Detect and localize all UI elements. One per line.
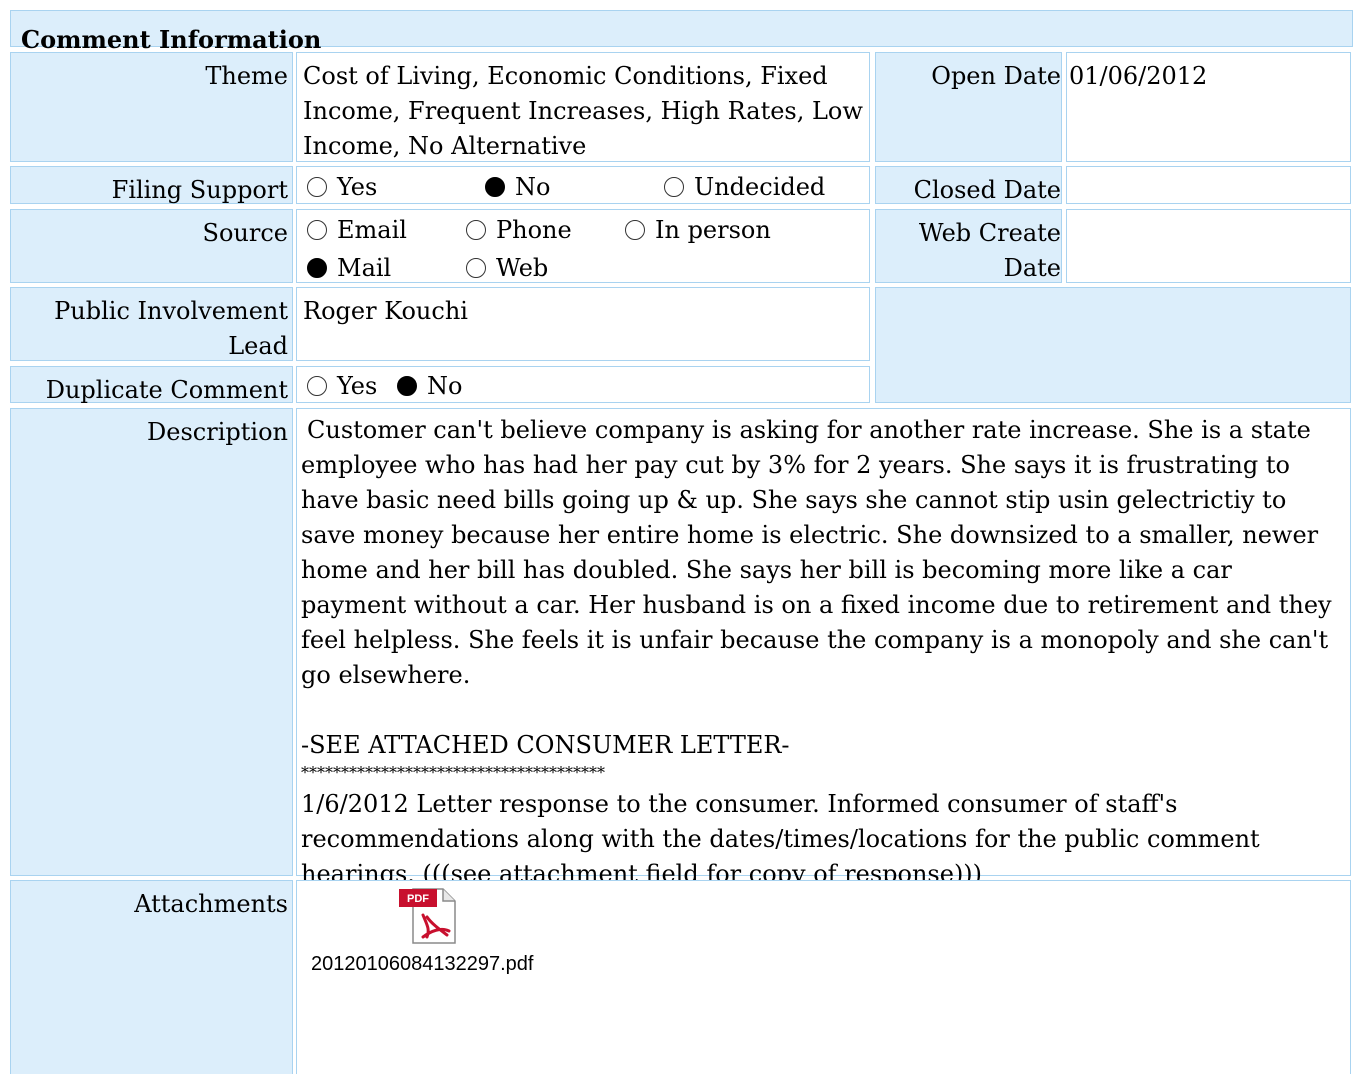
- pdf-file-icon[interactable]: PDF: [397, 885, 461, 945]
- duplicate-comment-label: Duplicate Comment: [10, 366, 293, 404]
- web-create-date-label: Web Create Date: [875, 209, 1062, 283]
- attachment-filename[interactable]: 20120106084132297.pdf: [311, 947, 533, 982]
- filing-support-radio-group: Yes No Undecided: [296, 166, 870, 204]
- description-value: Customer can't believe company is asking…: [296, 408, 1351, 888]
- description-label: Description: [10, 408, 293, 876]
- duplicate-comment-option-yes[interactable]: Yes: [307, 369, 377, 404]
- radio-unselected-icon[interactable]: [307, 220, 327, 240]
- source-option-email[interactable]: Email: [307, 213, 407, 248]
- radio-selected-icon[interactable]: [397, 376, 417, 396]
- attachments-value: PDF 20120106084132297.pdf: [296, 880, 1351, 1074]
- public-involvement-lead-label: Public Involvement Lead: [10, 287, 293, 361]
- public-involvement-lead-value: Roger Kouchi: [296, 287, 870, 361]
- section-header: Comment Information: [10, 10, 1353, 54]
- filing-support-label: Filing Support: [10, 166, 293, 204]
- radio-unselected-icon[interactable]: [307, 376, 327, 396]
- radio-selected-icon[interactable]: [307, 258, 327, 278]
- source-option-mail[interactable]: Mail: [307, 251, 391, 286]
- duplicate-comment-option-no[interactable]: No: [397, 369, 462, 404]
- separator-line: **************************************: [301, 763, 605, 782]
- filing-support-option-yes[interactable]: Yes: [307, 170, 377, 205]
- source-label: Source: [10, 209, 293, 283]
- open-date-label: Open Date: [875, 52, 1062, 162]
- closed-date-value: [1066, 166, 1351, 204]
- source-option-phone[interactable]: Phone: [466, 213, 572, 248]
- source-option-in-person[interactable]: In person: [625, 213, 771, 248]
- filing-support-option-no[interactable]: No: [485, 170, 550, 205]
- radio-unselected-icon[interactable]: [625, 220, 645, 240]
- radio-unselected-icon[interactable]: [466, 220, 486, 240]
- response-paragraph: 1/6/2012 Letter response to the consumer…: [301, 790, 1260, 888]
- web-create-date-value: [1066, 209, 1351, 283]
- source-radio-group: Email Phone In person Mail Web: [296, 209, 870, 283]
- radio-unselected-icon[interactable]: [307, 177, 327, 197]
- section-title: Comment Information: [21, 25, 322, 54]
- filing-support-option-undecided[interactable]: Undecided: [664, 170, 825, 205]
- radio-selected-icon[interactable]: [485, 177, 505, 197]
- closed-date-label: Closed Date: [875, 166, 1062, 204]
- description-paragraph: Customer can't believe company is asking…: [301, 416, 1332, 689]
- attached-note: -SEE ATTACHED CONSUMER LETTER-: [301, 731, 790, 759]
- duplicate-comment-radio-group: Yes No: [296, 366, 870, 403]
- attachments-label: Attachments: [10, 880, 293, 1074]
- radio-unselected-icon[interactable]: [664, 177, 684, 197]
- theme-label: Theme: [10, 52, 293, 162]
- pdf-icon-label: PDF: [407, 893, 429, 905]
- source-option-web[interactable]: Web: [466, 251, 548, 286]
- radio-unselected-icon[interactable]: [466, 258, 486, 278]
- open-date-value: 01/06/2012: [1066, 52, 1351, 162]
- theme-value: Cost of Living, Economic Conditions, Fix…: [296, 52, 870, 162]
- empty-cell: [875, 287, 1351, 403]
